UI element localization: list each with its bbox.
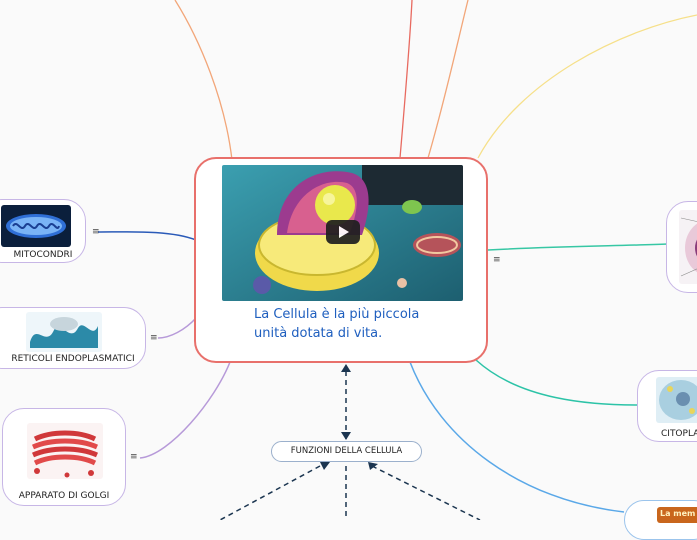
connector-golgi [139, 361, 231, 459]
dashed-link-bottom-right [371, 465, 481, 520]
node-citoplasma[interactable]: CITOPLA [637, 370, 697, 442]
connector-top-mid [399, 0, 413, 159]
endoplasmic-reticulum-image [26, 312, 102, 352]
connector-top-far-right [477, 14, 697, 159]
connector-reticoli [157, 317, 197, 339]
connector-citoplasma [475, 359, 639, 406]
node-golgi[interactable]: APPARATO DI GOLGI [2, 408, 126, 506]
dashed-link-bottom-left [219, 465, 321, 520]
play-button[interactable] [326, 220, 360, 244]
node-golgi-label: APPARATO DI GOLGI [18, 491, 110, 501]
node-citoplasma-label: CITOPLA [661, 429, 697, 439]
cell-diagram-image [679, 210, 697, 284]
node-mitocondri[interactable]: MITOCONDRI [0, 199, 86, 263]
collapse-marker-mitocondri[interactable]: ≡ [92, 228, 100, 237]
connector-mitocondri [97, 231, 197, 241]
collapse-marker-golgi[interactable]: ≡ [130, 453, 138, 462]
connector-top-right [427, 0, 469, 159]
node-funzioni[interactable]: FUNZIONI DELLA CELLULA [271, 441, 422, 462]
node-right-top[interactable] [666, 201, 697, 293]
node-reticoli[interactable]: RETICOLI ENDOPLASMATICI [0, 307, 146, 369]
golgi-apparatus-image [27, 423, 103, 479]
membrane-image: La mem [657, 507, 697, 523]
central-topic-text: La Cellula è la più piccola unità dotata… [254, 307, 420, 341]
collapse-marker-reticoli[interactable]: ≡ [150, 334, 158, 343]
node-bottom-right[interactable]: La mem [624, 500, 697, 540]
node-reticoli-label: RETICOLI ENDOPLASMATICI [11, 354, 135, 364]
arrow-head-br [368, 462, 378, 470]
arrow-head-bl [320, 462, 330, 470]
node-mitocondri-label: MITOCONDRI [13, 250, 73, 260]
connector-top-left [174, 0, 233, 161]
mind-map-canvas[interactable]: La Cellula è la più piccola unità dotata… [0, 0, 697, 540]
connector-bottom-right [409, 361, 625, 513]
cell-video-thumbnail[interactable] [222, 165, 463, 301]
central-topic-node[interactable]: La Cellula è la più piccola unità dotata… [194, 157, 488, 363]
arrow-head-up [341, 364, 351, 372]
node-funzioni-label: FUNZIONI DELLA CELLULA [290, 446, 403, 456]
membrane-image-text: La mem [660, 509, 696, 518]
arrow-head-down [341, 432, 351, 440]
connector-right-top [487, 243, 669, 251]
collapse-marker-right-top[interactable]: ≡ [493, 256, 501, 265]
cytoplasm-image [656, 377, 697, 423]
mitochondrion-image [1, 205, 71, 247]
